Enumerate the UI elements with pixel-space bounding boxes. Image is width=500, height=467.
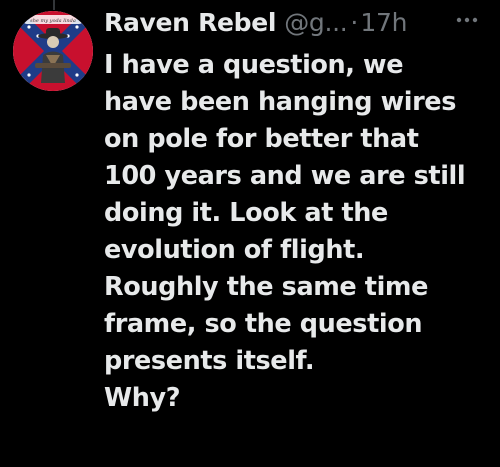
tweet-header: Raven Rebel @g... · 17h <box>104 2 407 42</box>
tweet-text-line: have been hanging wires <box>104 87 456 117</box>
thread-connector-line <box>53 0 55 10</box>
avatar[interactable]: she my yoda linda <box>13 11 93 91</box>
tweet-text-line: frame, so the question <box>104 309 423 339</box>
tweet-text-line: Why? <box>104 383 181 413</box>
author-display-name[interactable]: Raven Rebel <box>104 8 277 37</box>
avatar-caption: she my yoda linda <box>30 18 76 24</box>
tweet-text-line: 100 years and we are still <box>104 161 466 191</box>
author-handle[interactable]: @g... <box>284 8 348 37</box>
tweet-text-line: presents itself. <box>104 346 315 376</box>
tweet-text-line: I have a question, we <box>104 50 404 80</box>
tweet-card[interactable]: she my yoda linda Raven Rebel @g... · 17… <box>0 0 500 467</box>
tweet-text-line: on pole for better that <box>104 124 419 154</box>
tweet-text-line: doing it. Look at the <box>104 198 388 228</box>
tweet-text-line: Roughly the same time <box>104 272 428 302</box>
tweet-text-line: evolution of flight. <box>104 235 365 265</box>
more-dots-icon <box>456 17 478 23</box>
tweet-text: I have a question, we have been hanging … <box>104 47 494 417</box>
tweet-timestamp[interactable]: 17h <box>360 8 407 37</box>
rebel-flag-cowboy-avatar-icon: she my yoda linda <box>13 11 93 91</box>
more-options-button[interactable] <box>452 8 482 32</box>
meta-separator: · <box>350 7 359 37</box>
